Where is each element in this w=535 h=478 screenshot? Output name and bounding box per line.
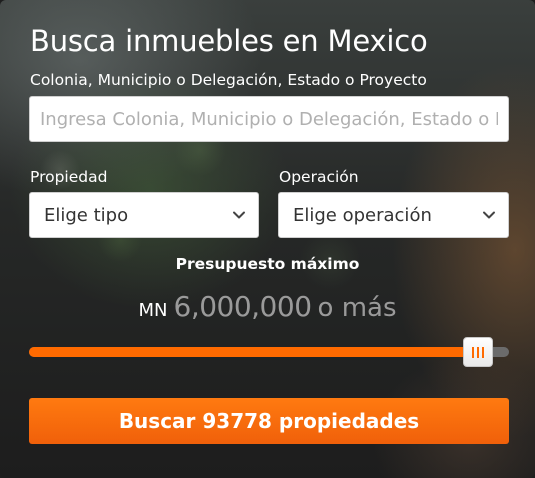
- grip-icon: [482, 346, 485, 358]
- search-button[interactable]: Buscar 93778 propiedades: [29, 398, 509, 444]
- budget-label: Presupuesto máximo: [175, 255, 360, 273]
- location-label: Colonia, Municipio o Delegación, Estado …: [30, 71, 427, 89]
- currency-label: MN: [138, 300, 168, 321]
- operation-label: Operación: [279, 168, 359, 186]
- search-widget: Busca inmuebles en Mexico Colonia, Munic…: [0, 0, 535, 478]
- slider-handle[interactable]: [463, 337, 494, 367]
- budget-suffix: o más: [317, 293, 397, 323]
- budget-slider[interactable]: [29, 337, 509, 367]
- budget-display: MN 6,000,000 o más: [0, 290, 535, 323]
- location-search-input[interactable]: [29, 96, 509, 142]
- chevron-down-icon: [232, 208, 246, 222]
- grip-icon: [477, 346, 480, 358]
- chevron-down-icon: [482, 208, 496, 222]
- property-label: Propiedad: [30, 168, 108, 186]
- slider-fill: [29, 347, 479, 357]
- widget-title: Busca inmuebles en Mexico: [30, 24, 428, 58]
- property-type-select[interactable]: Elige tipo: [29, 192, 259, 238]
- operation-value: Elige operación: [293, 204, 432, 226]
- budget-value: 6,000,000: [173, 290, 313, 323]
- grip-icon: [472, 346, 475, 358]
- operation-select[interactable]: Elige operación: [278, 192, 509, 238]
- property-type-value: Elige tipo: [44, 204, 129, 226]
